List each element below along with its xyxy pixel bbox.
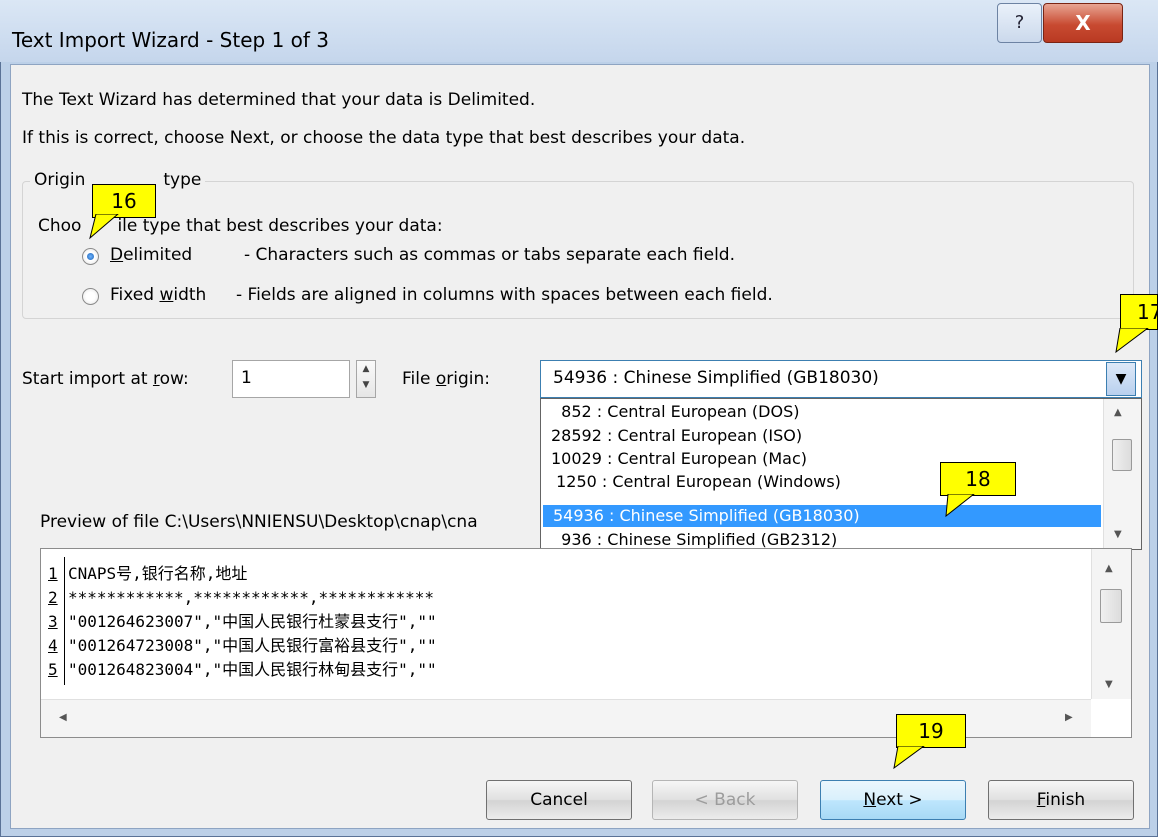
preview-row: 4 "001264723008","中国人民银行富裕县支行",""	[48, 636, 437, 655]
intro-line-1: The Text Wizard has determined that your…	[22, 90, 536, 110]
preview-row: 3 "001264623007","中国人民银行杜蒙县支行",""	[48, 612, 437, 631]
close-button[interactable]: X	[1043, 3, 1123, 43]
callout-17-pointer	[1115, 328, 1149, 354]
spin-up-icon[interactable]: ▲	[357, 361, 375, 377]
dropdown-option[interactable]: 10029 : Central European (Mac)	[541, 448, 1101, 470]
preview-pane[interactable]: 1 CNAPS号,银行名称,地址 2 ************,**********…	[40, 548, 1132, 738]
callout-19: 19	[896, 714, 966, 748]
scroll-left-icon[interactable]: ◀	[59, 712, 67, 723]
preview-row: 1 CNAPS号,银行名称,地址	[48, 564, 248, 583]
start-row-input[interactable]: 1	[232, 360, 350, 398]
dropdown-scroll-thumb[interactable]	[1112, 439, 1132, 471]
scroll-down-icon[interactable]: ▼	[1105, 679, 1113, 690]
help-button[interactable]: ?	[997, 3, 1042, 43]
dropdown-option-selected[interactable]: 54936 : Chinese Simplified (GB18030)	[543, 505, 1101, 527]
preview-scroll-thumb[interactable]	[1100, 589, 1122, 623]
spin-down-icon[interactable]: ▼	[357, 377, 375, 393]
dropdown-scrollbar[interactable]: ▲ ▼	[1103, 399, 1141, 549]
fixed-width-radio[interactable]	[82, 288, 99, 305]
preview-vertical-scrollbar[interactable]: ▲ ▼	[1091, 549, 1131, 699]
back-button[interactable]: < Back	[652, 780, 798, 820]
cancel-button[interactable]: Cancel	[486, 780, 632, 820]
file-origin-dropdown-list[interactable]: 852 : Central European (DOS) 28592 : Cen…	[540, 398, 1142, 550]
callout-17: 17	[1120, 294, 1158, 330]
callout-16: 16	[92, 184, 156, 218]
callout-19-pointer	[893, 746, 925, 770]
callout-16-pointer	[89, 214, 119, 240]
preview-row: 5 "001264823004","中国人民银行林甸县支行",""	[48, 660, 437, 679]
preview-label: Preview of file C:\Users\NNIENSU\Desktop…	[40, 512, 478, 532]
next-button[interactable]: Next >	[820, 780, 966, 820]
scroll-up-icon[interactable]: ▲	[1105, 563, 1113, 574]
delimited-description: - Characters such as commas or tabs sepa…	[244, 245, 735, 265]
close-icon: X	[1075, 11, 1091, 35]
delimited-radio[interactable]	[82, 248, 99, 265]
callout-18-pointer	[945, 494, 975, 518]
callout-18: 18	[940, 462, 1016, 496]
file-origin-combobox[interactable]: 54936 : Chinese Simplified (GB18030)	[540, 360, 1142, 398]
window-title: Text Import Wizard - Step 1 of 3	[12, 28, 330, 52]
fixed-width-label[interactable]: Fixed width	[110, 285, 206, 305]
help-icon: ?	[1014, 12, 1025, 33]
preview-row: 2 ************,************,************	[48, 588, 435, 607]
delimited-label[interactable]: Delimited	[110, 245, 192, 265]
file-origin-label: File origin:	[402, 369, 490, 389]
dropdown-option[interactable]: 1250 : Central European (Windows)	[541, 471, 1101, 493]
dropdown-option[interactable]: 28592 : Central European (ISO)	[541, 425, 1101, 447]
finish-button[interactable]: Finish	[988, 780, 1134, 820]
scroll-right-icon[interactable]: ▶	[1065, 712, 1073, 723]
scroll-down-icon[interactable]: ▼	[1114, 529, 1122, 540]
chevron-down-icon: ▼	[1115, 371, 1127, 387]
start-row-label: Start import at row:	[22, 369, 189, 389]
intro-line-2: If this is correct, choose Next, or choo…	[22, 128, 746, 148]
title-bar[interactable]: Text Import Wizard - Step 1 of 3 ? X	[0, 0, 1158, 62]
scroll-up-icon[interactable]: ▲	[1114, 407, 1122, 418]
fixed-width-description: - Fields are aligned in columns with spa…	[236, 285, 773, 305]
start-row-spinner[interactable]: ▲ ▼	[356, 360, 376, 398]
dropdown-option[interactable]: 852 : Central European (DOS)	[541, 401, 1101, 423]
file-origin-dropdown-button[interactable]: ▼	[1106, 362, 1136, 396]
